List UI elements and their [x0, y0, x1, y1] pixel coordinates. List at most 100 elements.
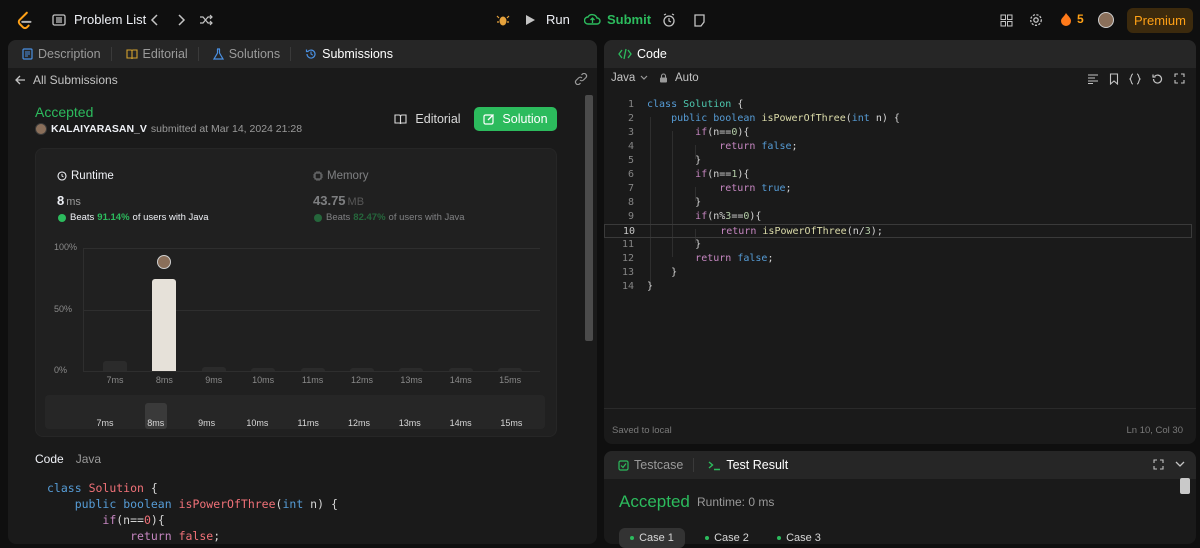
memory-tab[interactable]: Memory — [313, 170, 369, 182]
editor-line: 9 if(n%3==0){ — [604, 210, 1192, 224]
chevron-down-icon[interactable] — [1175, 461, 1185, 468]
chart-bar-11ms[interactable] — [300, 368, 325, 371]
case-label: Case 1 — [639, 532, 674, 544]
timer-button[interactable] — [658, 9, 680, 31]
line-code: return true; — [719, 183, 792, 194]
reset-icon[interactable] — [1151, 73, 1163, 85]
auto-mode-toggle[interactable]: Auto — [659, 72, 699, 84]
all-submissions-label: All Submissions — [33, 73, 118, 87]
tab-divider — [290, 47, 292, 61]
chart-bar-10ms[interactable] — [251, 368, 276, 371]
tab-code[interactable]: Code — [618, 47, 667, 61]
line-code: public boolean isPowerOfThree(int n) { — [671, 113, 900, 124]
hand-clap-icon — [314, 213, 322, 222]
chart-bar-13ms[interactable] — [399, 368, 424, 371]
expand-icon[interactable] — [1174, 73, 1185, 84]
range-tick-label: 8ms — [147, 418, 165, 428]
tab-divider — [197, 47, 199, 61]
chart-bar-15ms[interactable] — [498, 368, 523, 371]
line-number: 10 — [622, 226, 635, 237]
case-tab-1[interactable]: Case 1 — [619, 528, 685, 548]
range-tick-label: 14ms — [449, 418, 472, 428]
tab-editorial[interactable]: Editorial — [125, 47, 188, 61]
left-tab-bar: Description Editorial Solutions Submissi… — [8, 40, 597, 68]
editor-line: 11 } — [604, 238, 1192, 252]
test-tab-bar: Testcase Test Result — [604, 451, 1196, 479]
runtime-label: Runtime — [71, 170, 114, 182]
problem-list-label: Problem List — [74, 12, 147, 27]
code-editor[interactable]: 1 class Solution { 2 public boolean isPow… — [604, 92, 1196, 412]
line-code: return false; — [719, 141, 798, 152]
avatar-icon — [1098, 12, 1114, 28]
range-tick-label: 9ms — [198, 418, 216, 428]
pass-dot-icon — [705, 536, 710, 540]
memory-number: 43.75 — [313, 193, 346, 208]
runtime-tab[interactable]: Runtime — [57, 170, 114, 182]
test-panel-scrollbar[interactable] — [1180, 478, 1190, 494]
editor-line: 2 public boolean isPowerOfThree(int n) { — [604, 112, 1192, 126]
submitted-code-header: Code Java — [35, 452, 101, 466]
problem-list-button[interactable]: Problem List — [52, 12, 146, 27]
chart-bar-7ms[interactable] — [103, 361, 127, 371]
chart-bar-8ms[interactable] — [152, 278, 177, 371]
solution-button[interactable]: Solution — [474, 107, 557, 131]
range-tick-label: 7ms — [96, 418, 114, 428]
bug-icon — [496, 15, 510, 26]
document-icon — [22, 48, 33, 60]
code-line: public boolean isPowerOfThree(int n) { — [74, 497, 338, 511]
line-code: return isPowerOfThree(n/3); — [720, 226, 883, 237]
tab-description[interactable]: Description — [22, 47, 101, 61]
tab-testcase-label: Testcase — [634, 458, 684, 472]
code-tab-bar: Code — [604, 40, 1196, 68]
all-submissions-link[interactable]: All Submissions — [15, 73, 118, 87]
tab-divider — [110, 47, 112, 61]
tab-submissions[interactable]: Submissions — [305, 47, 393, 61]
settings-button[interactable] — [1025, 9, 1047, 31]
case-tab-3[interactable]: Case 3 — [766, 528, 832, 548]
prev-problem-button[interactable] — [144, 9, 166, 31]
curly-braces-icon[interactable] — [1129, 73, 1141, 85]
tab-submissions-label: Submissions — [322, 47, 394, 61]
bookmark-icon[interactable] — [1109, 73, 1119, 85]
tab-test-result[interactable]: Test Result — [708, 458, 788, 472]
layout-button[interactable] — [995, 9, 1017, 31]
editorial-button[interactable]: Editorial — [388, 107, 467, 131]
memory-label: Memory — [327, 170, 369, 182]
premium-button[interactable]: Premium — [1127, 8, 1193, 33]
runtime-beats-percent: 91.14% — [97, 212, 130, 223]
tab-testcase[interactable]: Testcase — [618, 458, 683, 472]
chart-bar-9ms[interactable] — [201, 367, 226, 371]
editor-line: 12 return false; — [604, 252, 1192, 266]
range-tick-label: 10ms — [246, 418, 269, 428]
next-problem-button[interactable] — [170, 9, 192, 31]
submit-button[interactable]: Submit — [584, 12, 651, 27]
edit-icon — [483, 114, 495, 125]
left-panel-scrollbar[interactable] — [585, 95, 593, 341]
maximize-icon[interactable] — [1153, 459, 1164, 470]
run-button[interactable]: Run — [525, 12, 570, 27]
editor-line: 4 return false; — [604, 140, 1192, 154]
case-tab-2[interactable]: Case 2 — [694, 528, 760, 548]
line-number: 12 — [621, 253, 634, 264]
random-problem-button[interactable] — [195, 9, 217, 31]
chart-bar-14ms[interactable] — [448, 368, 473, 371]
chart-bar-12ms[interactable] — [350, 368, 374, 371]
tab-solutions[interactable]: Solutions — [212, 47, 281, 61]
line-number: 1 — [627, 99, 634, 110]
language-select[interactable]: Java — [611, 72, 648, 84]
auto-mode-label: Auto — [675, 72, 699, 84]
tab-solutions-label: Solutions — [228, 47, 281, 61]
submitter-name[interactable]: KALAIYARASAN_V — [51, 123, 147, 135]
runtime-beats-suffix: of users with Java — [132, 212, 209, 223]
link-icon[interactable] — [574, 73, 588, 85]
user-avatar[interactable] — [1098, 12, 1114, 28]
runtime-beats: Beats 91.14% of users with Java — [57, 212, 209, 223]
x-tick-label: 10ms — [252, 375, 275, 385]
streak-counter[interactable]: 5 — [1060, 12, 1084, 26]
format-icon[interactable] — [1087, 74, 1099, 84]
line-number: 8 — [627, 197, 634, 208]
notes-button[interactable] — [688, 9, 710, 31]
debug-button[interactable] — [492, 9, 514, 31]
runtime-beats-prefix: Beats — [70, 212, 95, 223]
leetcode-logo-icon[interactable] — [14, 10, 36, 32]
